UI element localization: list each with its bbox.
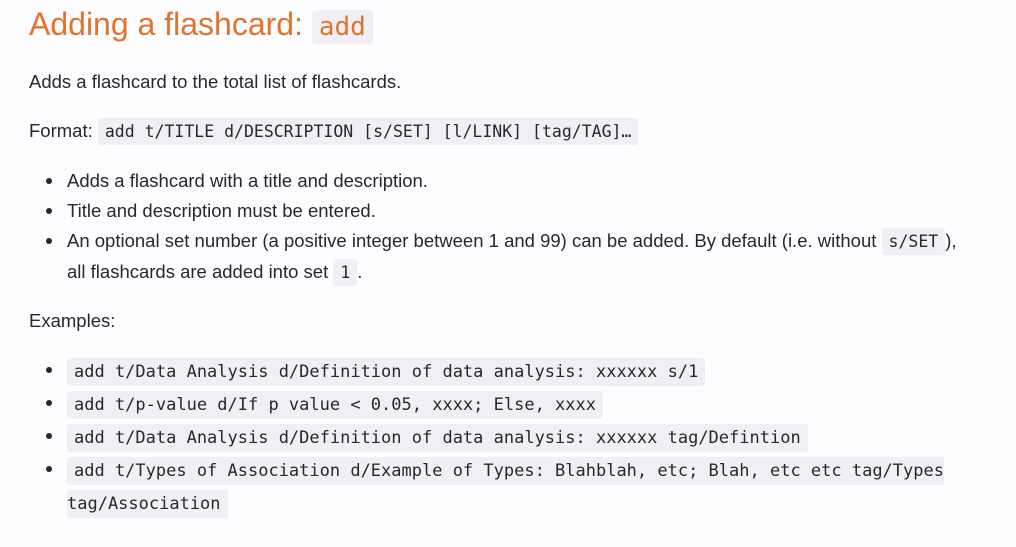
example-code: add t/Types of Association d/Example of … [67, 457, 944, 518]
list-item: add t/Data Analysis d/Definition of data… [29, 421, 979, 454]
notes-list: Adds a flashcard with a title and descri… [29, 166, 979, 288]
note-text: . [357, 261, 363, 282]
list-item: Title and description must be entered. [29, 196, 979, 226]
format-line: Format: add t/TITLE d/DESCRIPTION [s/SET… [29, 116, 639, 147]
page-title-text: Adding a flashcard: [29, 6, 312, 42]
format-code: add t/TITLE d/DESCRIPTION [s/SET] [l/LIN… [97, 118, 639, 145]
default-set-code: 1 [333, 259, 358, 286]
example-code: add t/Data Analysis d/Definition of data… [67, 358, 706, 386]
command-description: Adds a flashcard to the total list of fl… [29, 71, 402, 92]
example-code: add t/Data Analysis d/Definition of data… [67, 424, 808, 452]
page-title-command-code: add [311, 10, 373, 44]
examples-list: add t/Data Analysis d/Definition of data… [29, 355, 979, 520]
example-code: add t/p-value d/If p value < 0.05, xxxx;… [67, 391, 603, 419]
list-item: An optional set number (a positive integ… [29, 226, 979, 288]
set-syntax-code: s/SET [881, 228, 946, 255]
list-item: add t/p-value d/If p value < 0.05, xxxx;… [29, 388, 979, 421]
note-text: An optional set number (a positive integ… [67, 230, 882, 251]
page-title: Adding a flashcard: add [29, 4, 373, 47]
examples-label: Examples: [29, 310, 116, 331]
list-item: add t/Types of Association d/Example of … [29, 454, 979, 520]
list-item: add t/Data Analysis d/Definition of data… [29, 355, 979, 388]
list-item: Adds a flashcard with a title and descri… [29, 166, 979, 196]
format-label: Format: [29, 120, 98, 141]
